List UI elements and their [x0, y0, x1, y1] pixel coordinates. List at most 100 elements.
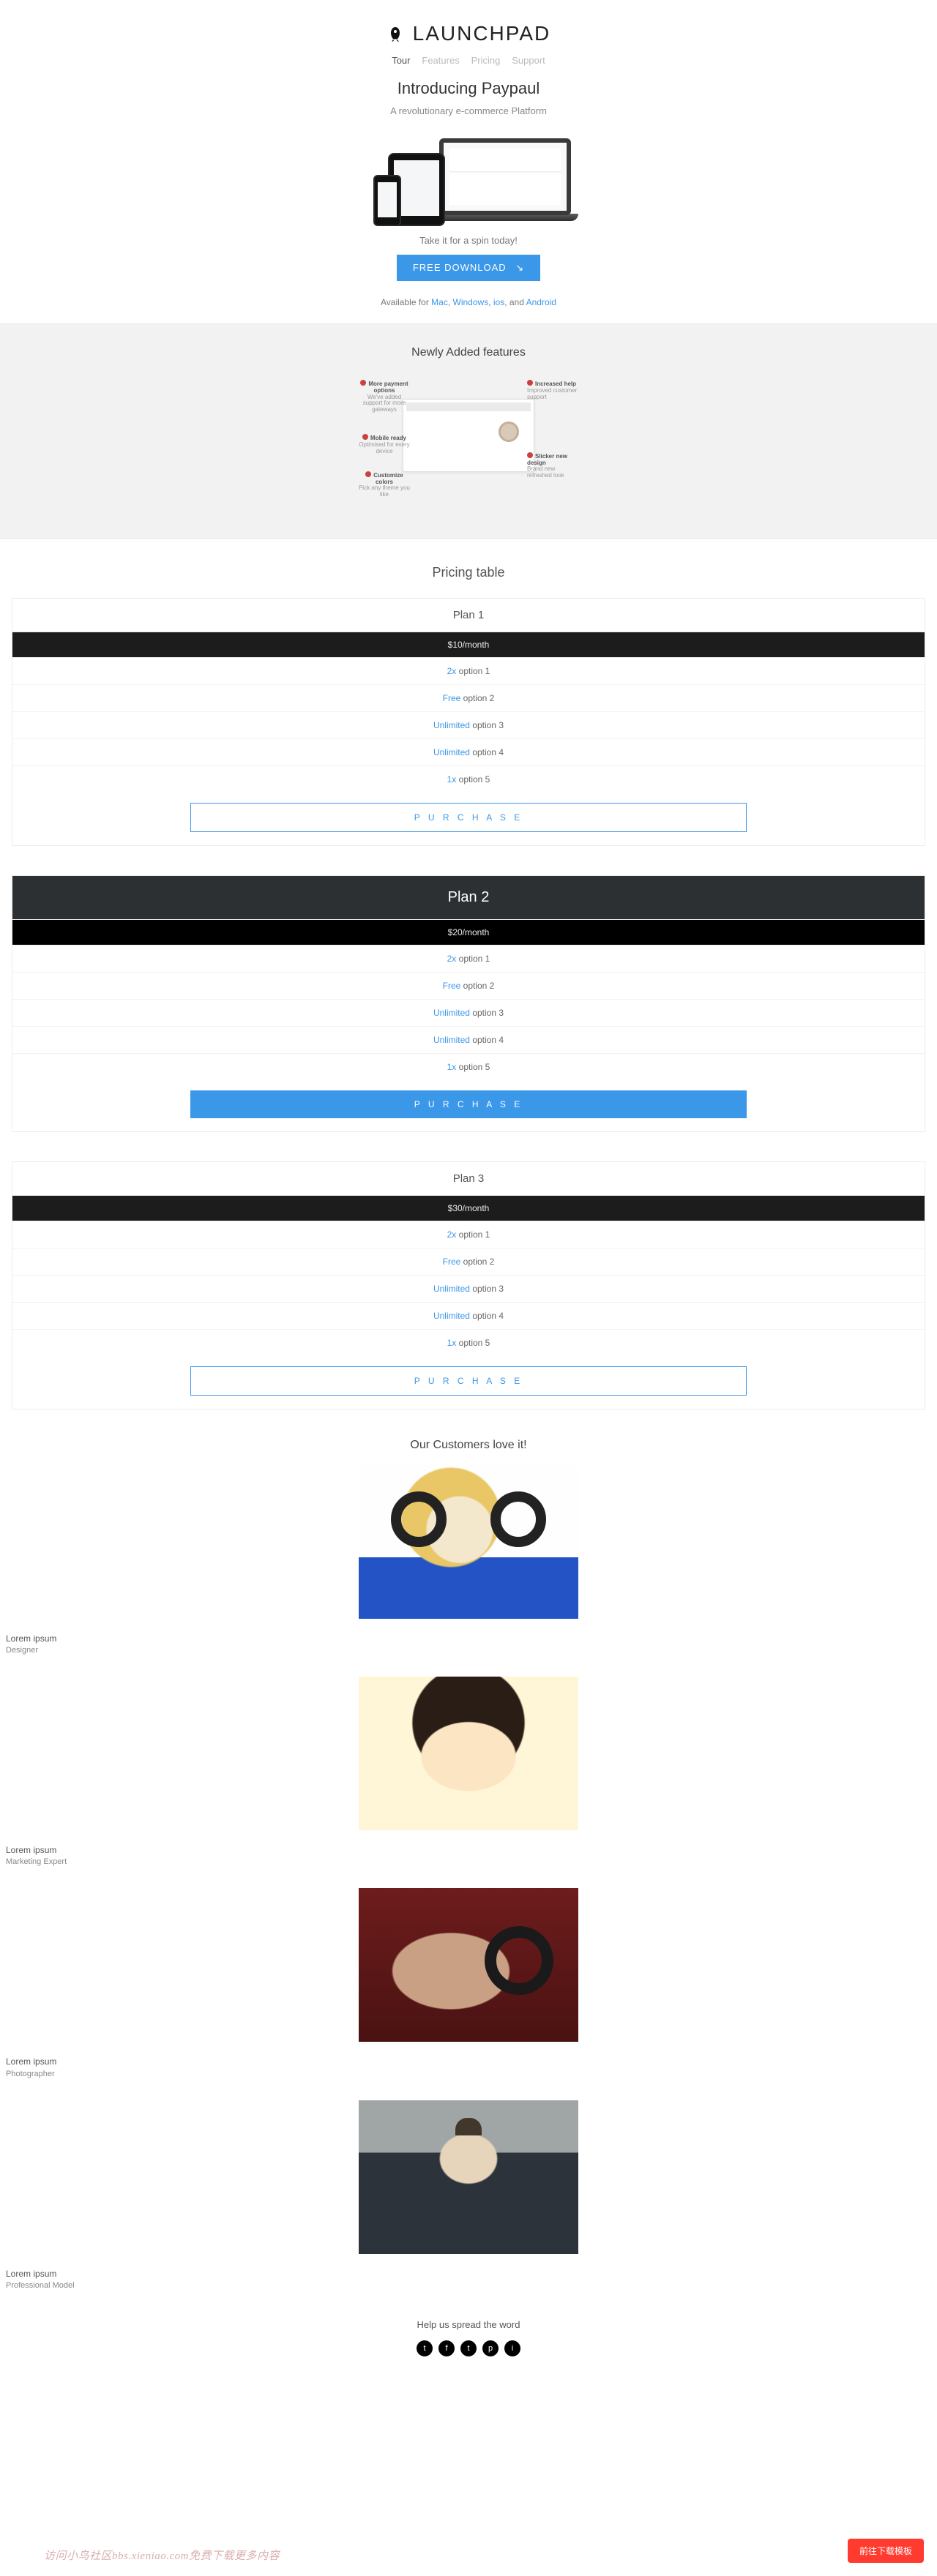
customer-portrait: [359, 1888, 578, 2042]
twitter-icon[interactable]: t: [460, 2340, 477, 2356]
plan-price: $30/month: [12, 1196, 925, 1221]
rocket-icon: [387, 26, 404, 43]
free-download-button[interactable]: FREE DOWNLOAD ↘: [397, 255, 540, 281]
customer-role: Designer: [0, 1646, 937, 1655]
pricing-plan-1: Plan 1 $10/month 2x option 1Free option …: [12, 598, 925, 846]
purchase-row: P U R C H A S E: [12, 1356, 925, 1409]
instagram-icon[interactable]: i: [504, 2340, 520, 2356]
option-text: option 1: [459, 1229, 490, 1240]
twitter-icon[interactable]: t: [417, 2340, 433, 2356]
platform-mac[interactable]: Mac: [431, 297, 448, 307]
purchase-row: P U R C H A S E: [12, 793, 925, 845]
option-text: option 5: [459, 1338, 490, 1348]
purchase-button[interactable]: P U R C H A S E: [190, 1090, 747, 1118]
plan-name: Plan 1: [12, 599, 925, 632]
customer-role: Photographer: [0, 2070, 937, 2078]
customer-portrait: [359, 1677, 578, 1830]
pricing-plan-3: Plan 3 $30/month 2x option 1 Free option …: [12, 1161, 925, 1409]
customer-portrait: [359, 2100, 578, 2254]
customer-name: Lorem ipsum: [0, 2267, 937, 2281]
plan-option-row: 1x option 5: [12, 1329, 925, 1356]
option-highlight: Free: [443, 1257, 461, 1267]
header: LAUNCHPAD: [0, 0, 937, 54]
option-highlight: 2x: [447, 666, 457, 676]
download-arrow-icon: ↘: [515, 262, 524, 273]
available-prefix: Available for: [381, 297, 431, 307]
option-highlight: 1x: [447, 774, 457, 785]
customer-portrait: [359, 1465, 578, 1619]
option-highlight: Unlimited: [433, 720, 470, 730]
plan-option-row: Unlimited option 4: [12, 738, 925, 765]
hero-subtitle: A revolutionary e-commerce Platform: [0, 105, 937, 116]
customers-title: Our Customers love it!: [0, 1439, 937, 1452]
facebook-icon[interactable]: f: [438, 2340, 455, 2356]
customer-card: Lorem ipsum Photographer: [0, 1888, 937, 2078]
option-text: option 1: [459, 666, 490, 676]
option-text: option 4: [472, 1035, 504, 1045]
option-text: option 1: [459, 954, 490, 964]
plan-name: Plan 3: [12, 1162, 925, 1196]
pinterest-icon[interactable]: p: [482, 2340, 499, 2356]
floating-download-button[interactable]: 前往下载模板: [848, 2539, 924, 2563]
platform-windows[interactable]: Windows: [453, 297, 489, 307]
purchase-button[interactable]: P U R C H A S E: [190, 803, 747, 832]
customer-role: Professional Model: [0, 2281, 937, 2290]
customer-name: Lorem ipsum: [0, 1843, 937, 1857]
sep: ,: [448, 297, 453, 307]
option-highlight: 1x: [447, 1338, 457, 1348]
plan-option-row: 2x option 1: [12, 657, 925, 684]
customer-card: Lorem ipsum Marketing Expert: [0, 1677, 937, 1866]
purchase-row: P U R C H A S E: [12, 1080, 925, 1131]
option-highlight: Free: [443, 981, 461, 991]
option-highlight: 2x: [447, 1229, 457, 1240]
callout-colors: Customize colorsPick any theme you like: [359, 471, 410, 498]
customer-role: Marketing Expert: [0, 1857, 937, 1866]
plan-option-row: Unlimited option 3: [12, 711, 925, 738]
download-label: FREE DOWNLOAD: [413, 262, 507, 273]
plan-option-row: Free option 2: [12, 684, 925, 711]
phone-icon: [373, 175, 401, 226]
option-text: option 3: [472, 720, 504, 730]
social-icons: tftpi: [0, 2340, 937, 2356]
laptop-icon: [432, 138, 578, 226]
nav-pricing[interactable]: Pricing: [471, 55, 501, 66]
watermark-text: 访问小鸟社区bbs.xieniao.com免费下载更多内容: [44, 2547, 280, 2563]
plan-name: Plan 2: [12, 876, 925, 920]
features-section: Newly Added features More payment option…: [0, 323, 937, 539]
option-highlight: Unlimited: [433, 1311, 470, 1321]
hero-tagline: Take it for a spin today!: [0, 235, 937, 246]
plan-option-row: Free option 2: [12, 972, 925, 999]
callout-design: Slicker new designBrand new refreshed lo…: [527, 452, 578, 479]
nav-features[interactable]: Features: [422, 55, 459, 66]
customer-name: Lorem ipsum: [0, 2055, 937, 2069]
nav-support[interactable]: Support: [512, 55, 545, 66]
customer-name: Lorem ipsum: [0, 1632, 937, 1646]
option-highlight: Unlimited: [433, 1008, 470, 1018]
brand-name: LAUNCHPAD: [413, 22, 551, 45]
plan-option-row: 2x option 1: [12, 945, 925, 972]
platform-android[interactable]: Android: [526, 297, 556, 307]
plan-option-row: Free option 2: [12, 1248, 925, 1275]
option-text: option 3: [472, 1284, 504, 1294]
option-text: option 3: [472, 1008, 504, 1018]
callout-mobile: Mobile readyOptimised for every device: [359, 434, 410, 454]
option-highlight: Unlimited: [433, 1284, 470, 1294]
plan-option-row: Unlimited option 4: [12, 1302, 925, 1329]
mockup-screen: [403, 399, 534, 472]
customer-card: Lorem ipsum Designer: [0, 1465, 937, 1655]
plan-option-row: 1x option 5: [12, 1053, 925, 1080]
platform-ios[interactable]: ios: [493, 297, 504, 307]
option-text: option 2: [463, 1257, 495, 1267]
customers-section: Our Customers love it! Lorem ipsum Desig…: [0, 1439, 937, 2290]
plan-price: $10/month: [12, 632, 925, 657]
hero-title: Introducing Paypaul: [0, 79, 937, 98]
sep: ,: [488, 297, 493, 307]
sep-and: , and: [504, 297, 526, 307]
plan-option-row: Unlimited option 3: [12, 1275, 925, 1302]
option-text: option 5: [459, 1062, 490, 1072]
spread-section: Help us spread the word tftpi: [0, 2319, 937, 2356]
purchase-button[interactable]: P U R C H A S E: [190, 1366, 747, 1396]
pricing-plan-2: Plan 2 $20/month 2x option 1Free option …: [12, 875, 925, 1132]
nav-tour[interactable]: Tour: [392, 55, 410, 66]
callout-help: Increased helpImproved customer support: [527, 380, 578, 400]
